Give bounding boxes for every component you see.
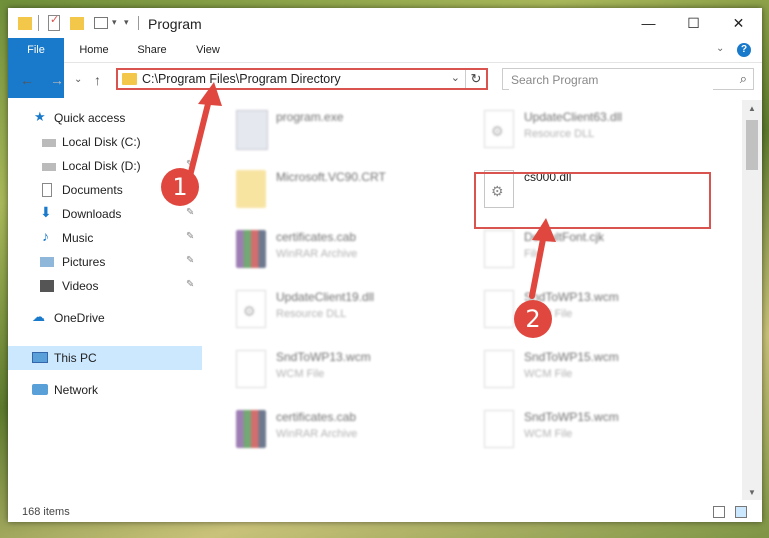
arrow-2: [529, 231, 547, 299]
step-badge-2: 2: [514, 300, 552, 338]
arrow-2-head: [532, 218, 556, 242]
arrow-1: [187, 93, 213, 179]
annotation-arrows: [187, 82, 556, 299]
arrow-1-head: [198, 82, 222, 106]
step-badge-1: 1: [161, 168, 199, 206]
